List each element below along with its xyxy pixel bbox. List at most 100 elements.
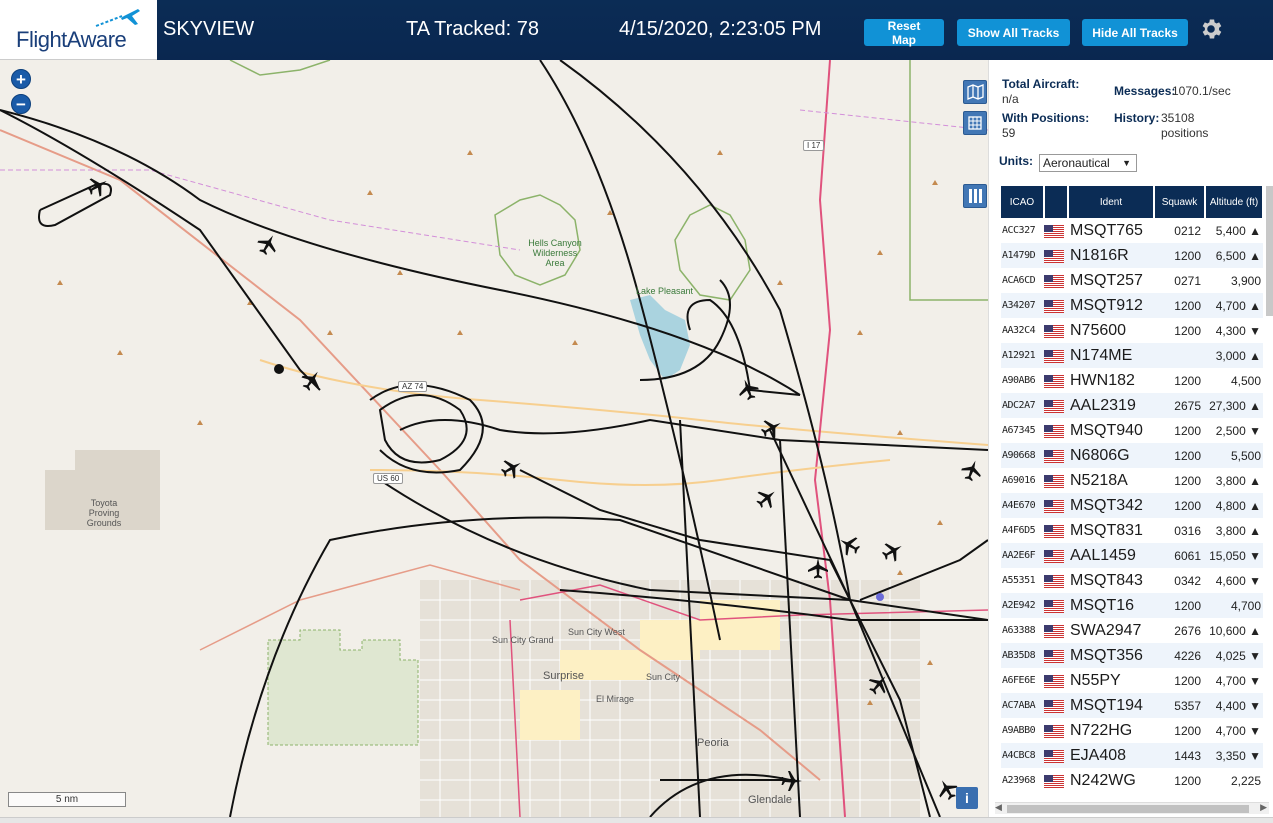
scroll-thumb[interactable] (1007, 805, 1249, 813)
aircraft-icon[interactable] (735, 376, 761, 403)
columns-toggle-icon[interactable] (963, 184, 987, 208)
map-label-el-mirage: El Mirage (596, 694, 635, 704)
map-view[interactable]: Hells Canyon Wilderness Area Lake Pleasa… (0, 60, 988, 817)
aircraft-icon[interactable] (83, 172, 112, 200)
messages-label: Messages: (1114, 84, 1176, 98)
table-row[interactable]: ACA6CD MSQT257 0271 3,900 (1001, 268, 1263, 293)
cell-squawk: 6061 (1174, 548, 1201, 563)
aircraft-icon[interactable] (297, 366, 326, 395)
cell-squawk: 1200 (1174, 498, 1201, 513)
scroll-left-icon[interactable]: ◀ (995, 802, 1002, 813)
table-row[interactable]: ACC327 MSQT765 0212 5,400 ▲ (1001, 218, 1263, 243)
table-row[interactable]: ADC2A7 AAL2319 2675 27,300 ▲ (1001, 393, 1263, 418)
zoom-out-button[interactable]: − (11, 94, 31, 114)
table-row[interactable]: A4F6D5 MSQT831 0316 3,800 ▲ (1001, 518, 1263, 543)
zoom-in-button[interactable]: + (11, 69, 31, 89)
hide-all-tracks-button[interactable]: Hide All Tracks (1082, 19, 1188, 46)
table-row[interactable]: A34207 MSQT912 1200 4,700 ▲ (1001, 293, 1263, 318)
us-flag-icon (1044, 324, 1064, 338)
cell-ident: SWA2947 (1070, 621, 1142, 639)
aircraft-icon[interactable] (808, 558, 828, 579)
cell-flag (1044, 743, 1068, 768)
us-flag-icon (1044, 349, 1064, 363)
column-header-ident[interactable]: Ident (1068, 186, 1155, 218)
cell-squawk: 1443 (1174, 748, 1201, 763)
aircraft-icon[interactable] (497, 454, 526, 482)
us-flag-icon (1044, 299, 1064, 313)
cell-icao: A69016 (1002, 475, 1036, 486)
cell-ident: N75600 (1070, 321, 1127, 339)
logo-text: FlightAware (16, 27, 127, 52)
aircraft-icon[interactable] (864, 669, 894, 699)
cell-ident: N1816R (1070, 246, 1129, 264)
aircraft-icon[interactable] (757, 414, 786, 442)
us-flag-icon (1044, 624, 1064, 638)
cell-squawk (1154, 343, 1205, 368)
aircraft-icon[interactable] (781, 771, 803, 791)
table-row[interactable]: A23968 N242WG 1200 2,225 (1001, 768, 1263, 793)
units-select[interactable]: Aeronautical ▼ (1039, 154, 1137, 172)
table-row[interactable]: A4CBC8 EJA408 1443 3,350 ▼ (1001, 743, 1263, 768)
table-row[interactable]: A90AB6 HWN182 1200 4,500 (1001, 368, 1263, 393)
tracked-count: TA Tracked: 78 (406, 18, 540, 40)
scroll-right-icon[interactable]: ▶ (1260, 802, 1267, 813)
map-label-hells-canyon: Hells Canyon Wilderness Area (528, 238, 582, 268)
table-row[interactable]: A6FE6E N55PY 1200 4,700 ▼ (1001, 668, 1263, 693)
table-row[interactable]: A12921 N174ME 3,000 ▲ (1001, 343, 1263, 368)
table-row[interactable]: A90668 N6806G 1200 5,500 (1001, 443, 1263, 468)
aircraft-layer[interactable] (0, 60, 988, 817)
cell-icao: A67345 (1002, 425, 1036, 436)
cell-squawk: 0342 (1174, 573, 1201, 588)
us-flag-icon (1044, 499, 1064, 513)
aircraft-table-container[interactable]: ICAO Ident Squawk Altitude (ft) ACC327 MS… (1001, 186, 1263, 798)
column-header-altitude[interactable]: Altitude (ft) (1205, 186, 1263, 218)
aircraft-icon[interactable] (878, 537, 907, 565)
table-row[interactable]: AA2E6F AAL1459 6061 15,050 ▼ (1001, 543, 1263, 568)
table-row[interactable]: A1479D N1816R 1200 6,500 ▲ (1001, 243, 1263, 268)
table-row[interactable]: A69016 N5218A 1200 3,800 ▲ (1001, 468, 1263, 493)
map-layers-icon[interactable] (963, 80, 987, 104)
scale-bar: 5 nm (8, 792, 126, 807)
map-label-sun-city-grand: Sun City Grand (492, 635, 554, 645)
cell-flag (1044, 393, 1068, 418)
cell-ident: N5218A (1070, 471, 1128, 489)
vertical-scrollbar[interactable] (1266, 186, 1273, 316)
us-flag-icon (1044, 724, 1064, 738)
us-flag-icon (1044, 399, 1064, 413)
aircraft-icon[interactable] (752, 483, 782, 513)
column-header-squawk[interactable]: Squawk (1154, 186, 1206, 218)
table-row[interactable]: A4E670 MSQT342 1200 4,800 ▲ (1001, 493, 1263, 518)
info-icon[interactable]: i (956, 787, 978, 809)
column-header-flag[interactable] (1044, 186, 1069, 218)
flightaware-logo[interactable]: FlightAware (0, 0, 157, 60)
cell-altitude: 3,900 (1230, 273, 1261, 288)
grid-toggle-icon[interactable] (963, 111, 987, 135)
table-row[interactable]: A63388 SWA2947 2676 10,600 ▲ (1001, 618, 1263, 643)
table-row[interactable]: A9ABB0 N722HG 1200 4,700 ▼ (1001, 718, 1263, 743)
table-row[interactable]: AB35D8 MSQT356 4226 4,025 ▼ (1001, 643, 1263, 668)
cell-altitude: 15,050 ▼ (1209, 548, 1261, 563)
gear-icon[interactable] (1198, 16, 1224, 42)
table-row[interactable]: AC7ABA MSQT194 5357 4,400 ▼ (1001, 693, 1263, 718)
reset-map-button[interactable]: Reset Map (864, 19, 944, 47)
total-aircraft-label: Total Aircraft: (1002, 77, 1080, 91)
show-all-tracks-button[interactable]: Show All Tracks (957, 19, 1070, 46)
table-row[interactable]: A67345 MSQT940 1200 2,500 ▼ (1001, 418, 1263, 443)
aircraft-icon[interactable] (835, 531, 864, 559)
cell-icao: ACA6CD (1002, 275, 1036, 286)
column-header-icao[interactable]: ICAO (1001, 186, 1045, 218)
us-flag-icon (1044, 774, 1064, 788)
horizontal-scrollbar[interactable]: ◀ ▶ (995, 802, 1269, 814)
cell-squawk: 1200 (1174, 773, 1201, 788)
table-row[interactable]: A55351 MSQT843 0342 4,600 ▼ (1001, 568, 1263, 593)
table-row[interactable]: A2E942 MSQT16 1200 4,700 (1001, 593, 1263, 618)
cell-icao: A55351 (1002, 575, 1036, 586)
cell-icao: A6FE6E (1002, 675, 1036, 686)
cell-altitude: 10,600 ▲ (1209, 623, 1261, 638)
aircraft-icon[interactable] (254, 230, 282, 259)
with-positions-label: With Positions: (1002, 111, 1090, 125)
cell-icao: A4CBC8 (1002, 750, 1036, 761)
table-row[interactable]: AA32C4 N75600 1200 4,300 ▼ (1001, 318, 1263, 343)
aircraft-icon[interactable] (959, 457, 985, 484)
cell-ident: N242WG (1070, 771, 1136, 789)
